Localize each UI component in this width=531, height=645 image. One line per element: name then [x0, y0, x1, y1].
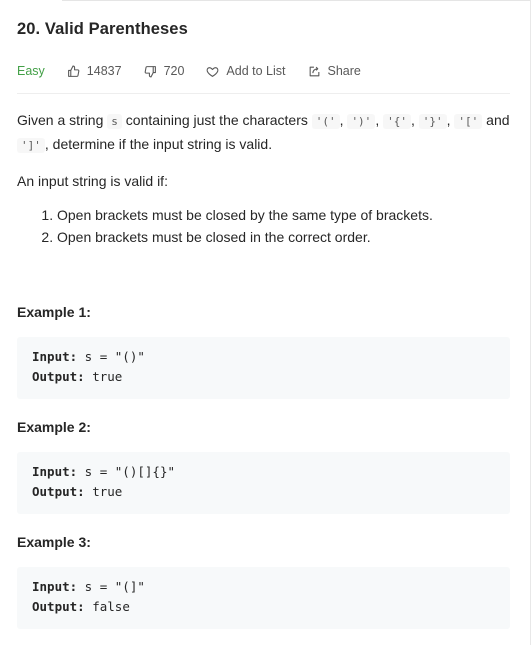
example-2-block: Input: s = "()[]{}" Output: true — [17, 452, 510, 514]
problem-meta-bar: Easy 14837 720 Add to List Share — [17, 61, 510, 81]
thumbs-up-icon — [67, 65, 80, 77]
example-2-title: Example 2: — [17, 419, 91, 435]
dislike-count: 720 — [163, 64, 185, 78]
inline-code-close-paren: ')' — [347, 114, 376, 129]
dislike-button[interactable]: 720 — [144, 64, 185, 78]
thumbs-down-icon — [144, 65, 156, 77]
add-to-list-button[interactable]: Add to List — [206, 64, 286, 78]
example-1-title: Example 1: — [17, 304, 91, 320]
inline-code-open-paren: '(' — [311, 114, 340, 129]
inline-code-open-bracket: '[' — [454, 114, 483, 129]
share-icon — [309, 66, 319, 76]
inline-code-close-brace: '}' — [418, 114, 447, 129]
problem-description-panel: 20. Valid Parentheses Easy 14837 720 Add… — [17, 18, 510, 629]
rule-item: Open brackets must be closed by the same… — [57, 205, 510, 227]
example-3-title: Example 3: — [17, 534, 91, 550]
difficulty-badge: Easy — [17, 64, 45, 78]
rule-item: Open brackets must be closed in the corr… — [57, 227, 510, 249]
share-label: Share — [327, 64, 361, 78]
inline-code-s: s — [107, 114, 122, 129]
description-paragraph: Given a string s containing just the cha… — [17, 112, 510, 153]
heart-icon — [207, 66, 219, 77]
example-3-block: Input: s = "(]" Output: false — [17, 567, 510, 629]
like-button[interactable]: 14837 — [67, 64, 122, 78]
meta-divider — [17, 93, 510, 94]
problem-title: 20. Valid Parentheses — [17, 20, 188, 38]
like-count: 14837 — [86, 64, 122, 78]
example-1-block: Input: s = "()" Output: true — [17, 337, 510, 399]
share-button[interactable]: Share — [308, 64, 361, 78]
inline-code-close-bracket: ']' — [17, 138, 45, 153]
validity-intro: An input string is valid if: — [17, 173, 168, 189]
inline-code-open-brace: '{' — [383, 114, 411, 129]
validity-rules-list: Open brackets must be closed by the same… — [17, 205, 510, 248]
add-to-list-label: Add to List — [226, 64, 286, 78]
top-border — [0, 0, 531, 3]
